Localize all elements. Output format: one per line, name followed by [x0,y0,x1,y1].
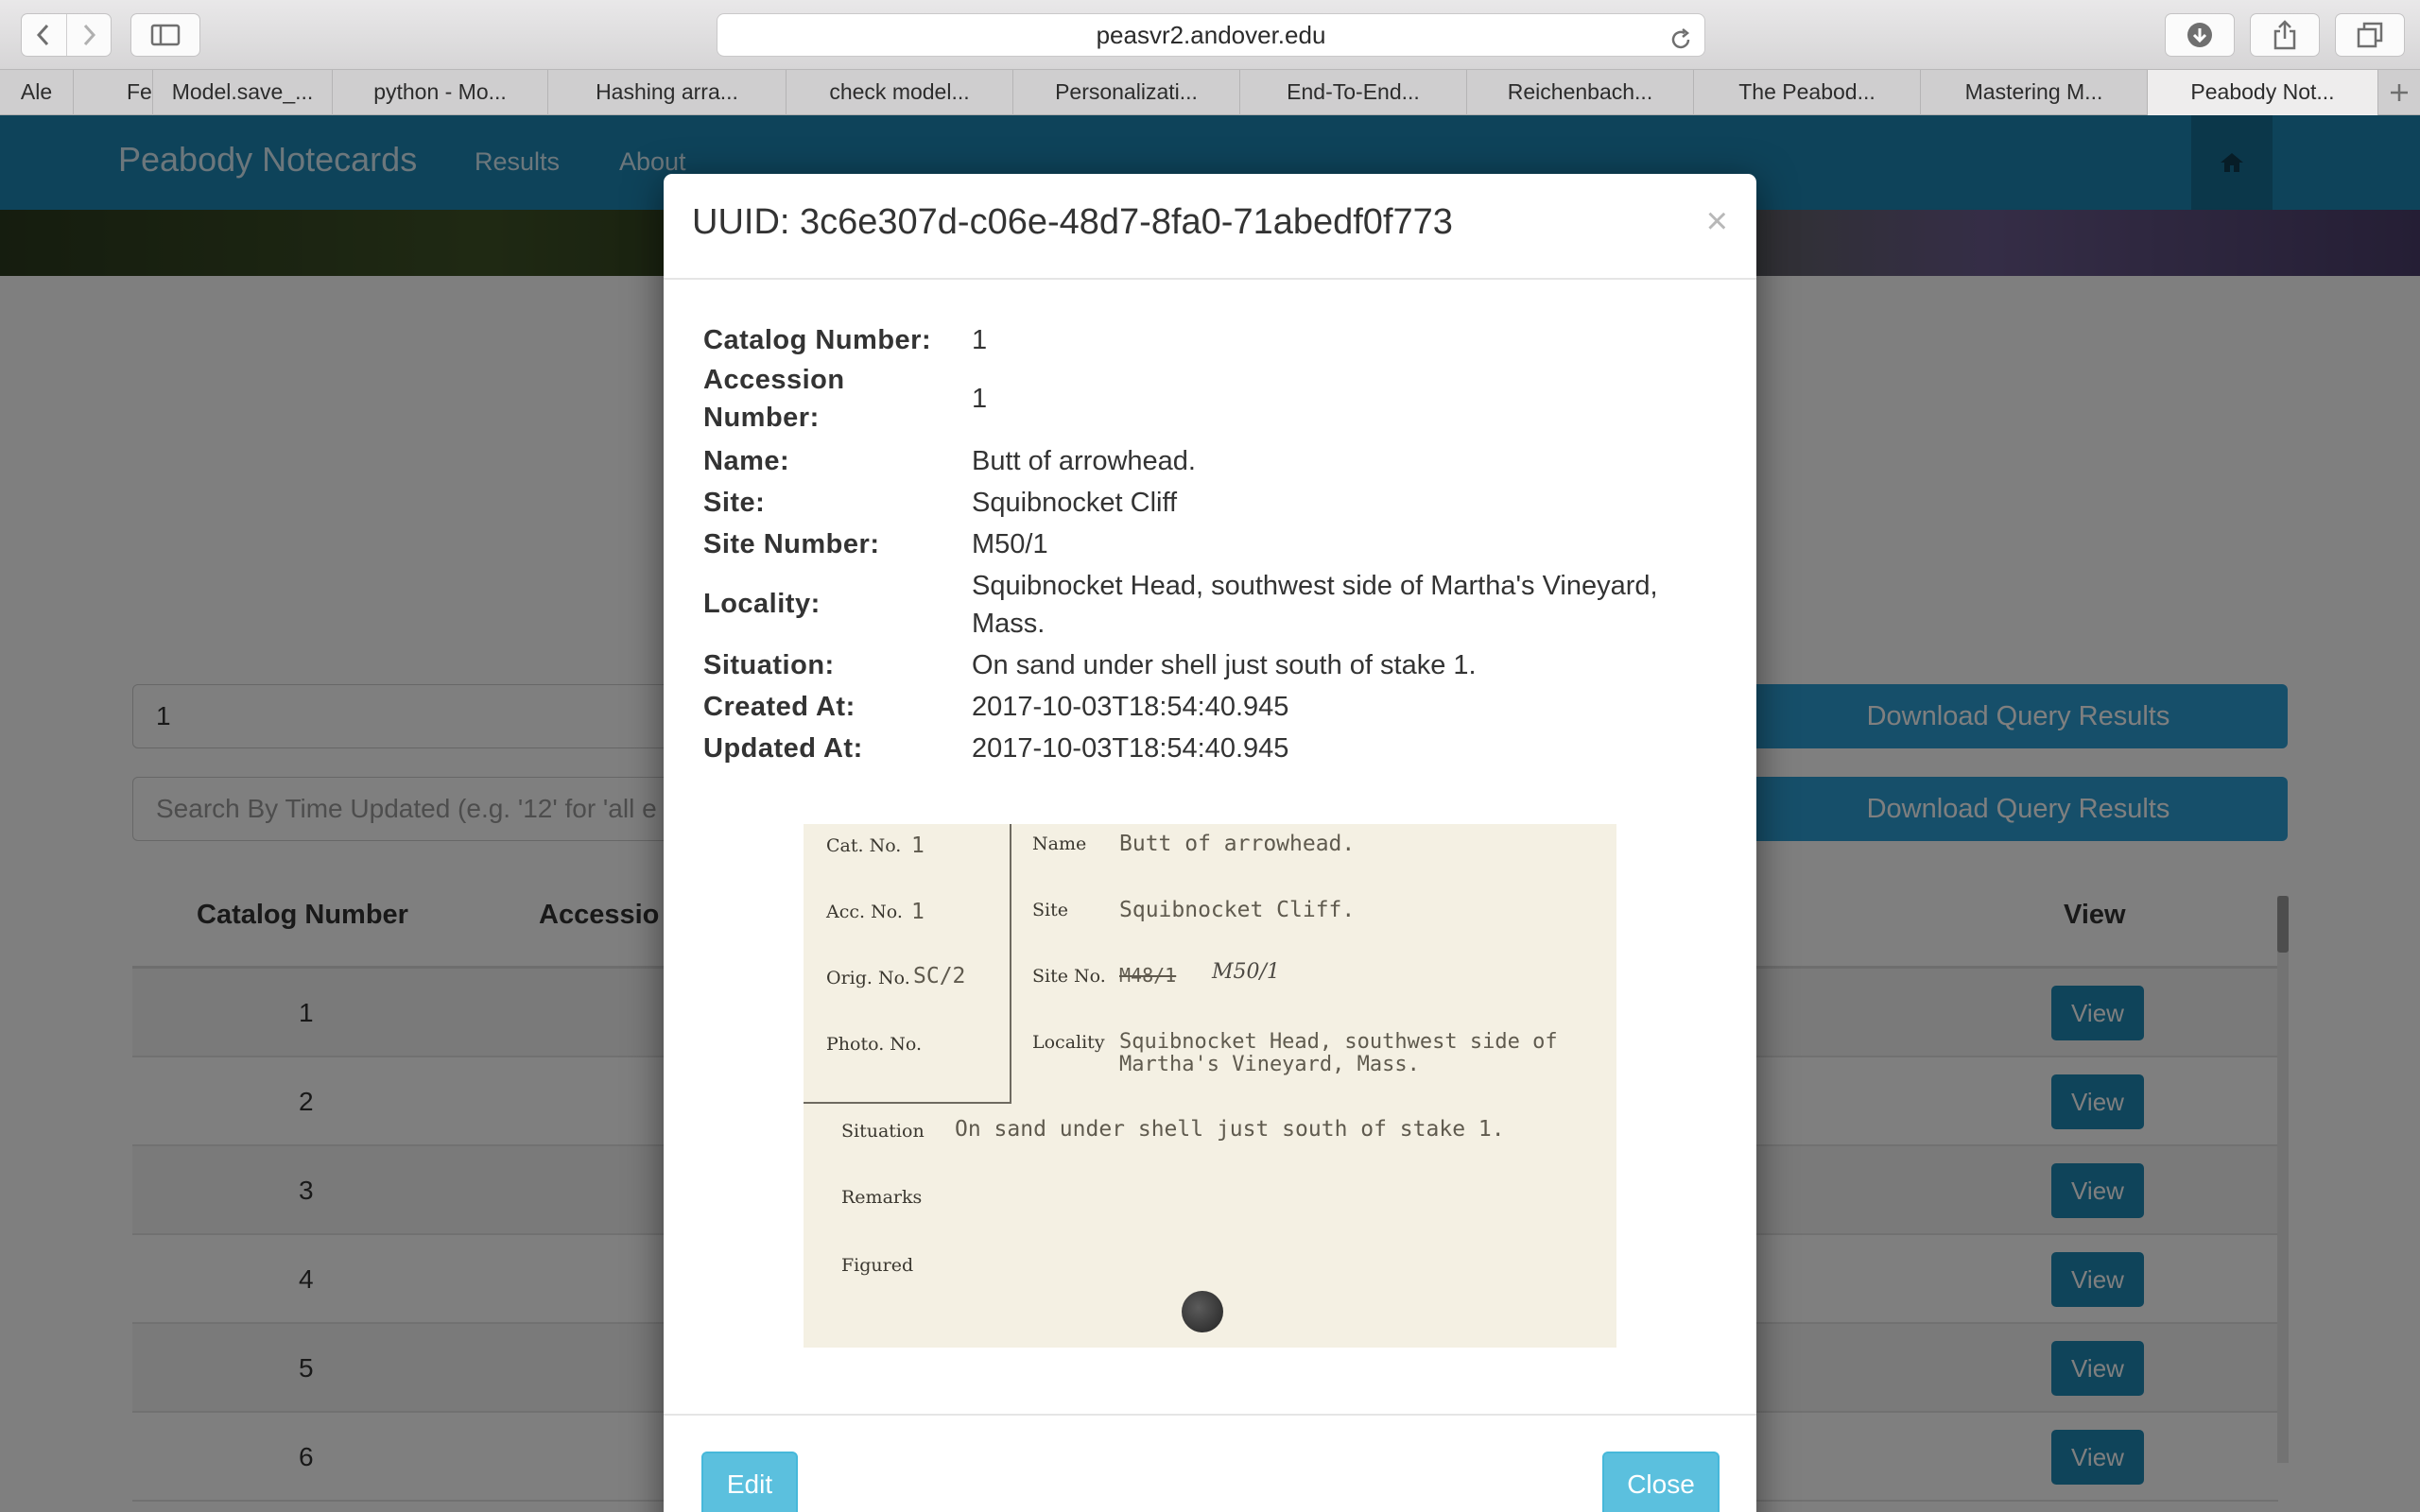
close-icon[interactable]: × [1706,202,1728,240]
site-number-label: Site Number: [703,529,880,559]
created-at-value: 2017-10-03T18:54:40.945 [972,692,1289,722]
tab-overview-button[interactable] [2335,13,2405,57]
site-number-value: M50/1 [972,529,1048,559]
reload-button[interactable] [1668,23,1693,64]
updated-at-value: 2017-10-03T18:54:40.945 [972,733,1289,764]
reload-icon [1671,28,1690,49]
tabs-icon [2357,22,2383,48]
record-detail-modal: UUID: 3c6e307d-c06e-48d7-8fa0-71abedf0f7… [664,174,1756,1512]
chevron-left-icon [37,24,49,46]
tab-label: Mastering M... [1964,79,2103,104]
card-site-no-struck: M48/1 [1119,964,1177,987]
browser-tab[interactable]: The Peabod... [1694,70,1921,115]
updated-at-label: Updated At: [703,733,863,764]
card-divider-horizontal [804,1102,1011,1104]
locality-value-line1: Squibnocket Head, southwest side of Mart… [972,571,1658,601]
card-locality-label: Locality [1032,1032,1105,1053]
modal-footer-divider [664,1414,1756,1416]
situation-value: On sand under shell just south of stake … [972,650,1477,680]
browser-tab[interactable]: Ale [0,70,74,115]
card-locality-line2: Martha's Vineyard, Mass. [1119,1053,1420,1076]
browser-tab[interactable]: End-To-End... [1240,70,1467,115]
browser-tab[interactable]: Mastering M... [1921,70,2148,115]
card-situation-value: On sand under shell just south of stake … [955,1117,1505,1142]
locality-label: Locality: [703,589,821,619]
modal-title: UUID: 3c6e307d-c06e-48d7-8fa0-71abedf0f7… [692,202,1453,242]
card-site-no-label: Site No. [1032,966,1106,987]
share-icon [2273,20,2296,50]
address-bar[interactable]: peasvr2.andover.edu [717,13,1705,57]
catalog-number-label: Catalog Number: [703,325,932,355]
card-cat-no-label: Cat. No. [826,835,902,856]
download-icon [2187,23,2212,47]
site-value: Squibnocket Cliff [972,488,1178,518]
card-orig-no-label: Orig. No. [826,968,910,988]
browser-tab[interactable]: Reichenbach... [1467,70,1694,115]
card-situation-label: Situation [841,1121,925,1142]
card-site-label: Site [1032,900,1068,920]
card-acc-no-value: 1 [911,900,925,924]
card-punch-hole [1182,1291,1223,1332]
site-label: Site: [703,488,766,518]
tab-label: Peabody Not... [2190,79,2335,104]
forward-button[interactable] [65,14,112,56]
chevron-right-icon [83,24,95,46]
name-value: Butt of arrowhead. [972,446,1196,476]
notecard-image: Cat. No. 1 Acc. No. 1 Orig. No. SC/2 Pho… [804,824,1616,1348]
card-acc-no-label: Acc. No. [826,902,903,922]
browser-tab-active[interactable]: Peabody Not... [2148,70,2378,115]
tab-label: Hashing arra... [596,79,738,104]
browser-tab[interactable]: Fe [74,70,153,115]
card-figured-label: Figured [841,1255,914,1276]
card-name-label: Name [1032,833,1087,854]
tab-label: Model.save_... [171,79,314,104]
modal-header: UUID: 3c6e307d-c06e-48d7-8fa0-71abedf0f7… [664,174,1756,280]
tab-label: Personalizati... [1055,79,1198,104]
browser-tab[interactable]: Hashing arra... [548,70,786,115]
address-text: peasvr2.andover.edu [1096,21,1326,49]
card-name-value: Butt of arrowhead. [1119,832,1356,856]
accession-number-value: 1 [972,384,988,414]
sidebar-toggle-button[interactable] [130,13,200,57]
new-tab-button[interactable] [2378,70,2420,115]
card-cat-no-value: 1 [911,833,925,858]
situation-label: Situation: [703,650,835,680]
accession-number-label-line1: Accession [703,365,845,395]
catalog-number-value: 1 [972,325,988,355]
share-button[interactable] [2250,13,2320,57]
browser-tab[interactable]: python - Mo... [333,70,548,115]
history-navigation [21,13,112,57]
tab-bar: Ale Fe Model.save_... python - Mo... Has… [0,70,2420,115]
card-photo-no-label: Photo. No. [826,1034,923,1055]
tab-label: check model... [829,79,970,104]
back-button[interactable] [22,14,66,56]
card-remarks-label: Remarks [841,1187,923,1208]
browser-tab[interactable]: Personalizati... [1013,70,1240,115]
card-site-value: Squibnocket Cliff. [1119,898,1356,922]
browser-tab[interactable]: check model... [786,70,1013,115]
tab-label: python - Mo... [373,79,507,104]
plus-icon [2391,84,2408,101]
accession-number-label-line2: Number: [703,403,820,433]
browser-tab[interactable]: Model.save_... [153,70,333,115]
tab-label: Reichenbach... [1507,79,1653,104]
close-button[interactable]: Close [1602,1452,1720,1512]
card-locality-line1: Squibnocket Head, southwest side of [1119,1030,1558,1054]
tab-label: End-To-End... [1287,79,1420,104]
card-orig-no-value: SC/2 [913,964,966,988]
downloads-button[interactable] [2165,13,2235,57]
card-divider-vertical [1010,824,1011,1104]
tab-label: The Peabod... [1738,79,1876,104]
tab-label: Fe [127,79,152,104]
card-site-no-handwritten: M50/1 [1212,960,1280,984]
edit-button[interactable]: Edit [701,1452,798,1512]
browser-toolbar: peasvr2.andover.edu [0,0,2420,70]
tab-label: Ale [20,79,53,104]
locality-value-line2: Mass. [972,609,1046,639]
sidebar-icon [150,24,181,46]
page-content: Peabody Notecards Results About 1 Downlo… [0,115,2420,1512]
created-at-label: Created At: [703,692,856,722]
name-label: Name: [703,446,790,476]
